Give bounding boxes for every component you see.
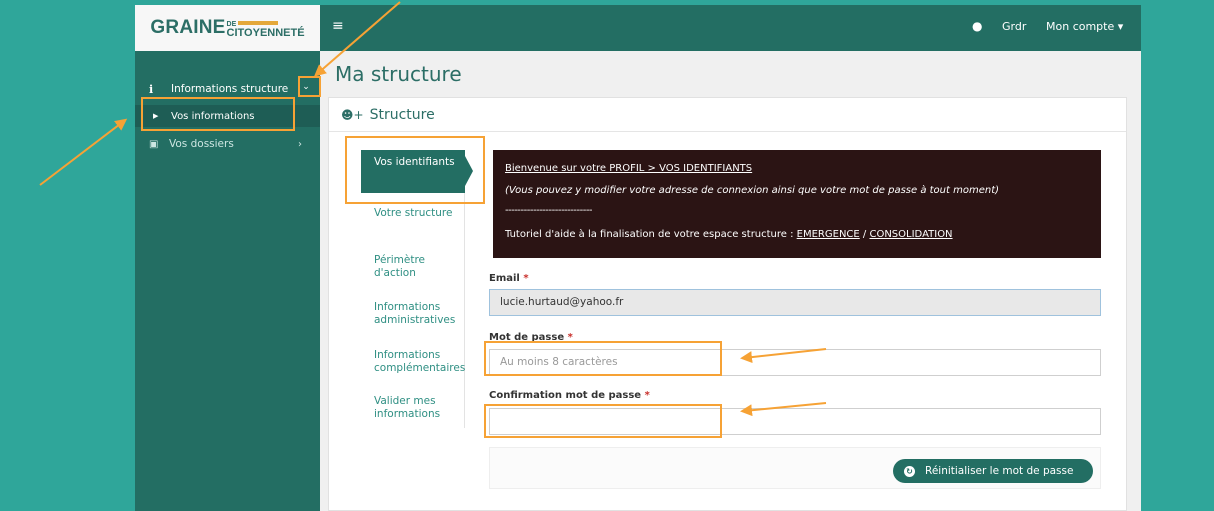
email-field[interactable]: lucie.hurtaud@yahoo.fr: [489, 289, 1101, 316]
banner-tutorial-text: Tutoriel d'aide à la finalisation de vot…: [505, 229, 797, 240]
highlight-confirm-field: [484, 404, 722, 438]
email-label-text: Email: [489, 273, 520, 284]
reset-password-button[interactable]: ↻ Réinitialiser le mot de passe: [893, 459, 1093, 483]
info-icon: i: [149, 82, 154, 96]
banner-separator: ----------------------------: [505, 205, 593, 216]
refresh-icon: ↻: [904, 465, 915, 477]
user-name[interactable]: Grdr: [1002, 20, 1026, 33]
tab-votre-structure[interactable]: Votre structure: [361, 207, 465, 220]
banner-profile-link[interactable]: Bienvenue sur votre PROFIL > VOS IDENTIF…: [505, 163, 1101, 181]
welcome-banner: Bienvenue sur votre PROFIL > VOS IDENTIF…: [493, 150, 1101, 258]
tab-informations-complementaires[interactable]: Informations complémentaires: [361, 349, 465, 375]
highlight-vos-identifiants-tab: [345, 136, 485, 204]
sidebar-item-vos-dossiers[interactable]: ▣ Vos dossiers ›: [135, 133, 320, 155]
logo-arabic-script: [238, 21, 279, 25]
sidebar: GRAINE DE CITOYENNETÉ i Informations str…: [135, 5, 320, 511]
banner-description: (Vous pouvez y modifier votre adresse de…: [505, 185, 1000, 196]
logo-sub: CITOYENNETÉ: [226, 27, 305, 39]
tab-informations-administratives[interactable]: Informations administratives: [361, 301, 465, 327]
required-mark: *: [644, 390, 650, 401]
highlight-vos-informations: [141, 97, 295, 131]
briefcase-icon: ▣: [149, 138, 159, 150]
email-label: Email *: [489, 273, 529, 284]
highlight-password-field: [484, 341, 722, 376]
page-title: Ma structure: [335, 62, 462, 86]
tab-perimetre-action[interactable]: Périmètre d'action: [361, 254, 465, 280]
panel-header: ☻+ Structure: [329, 98, 1126, 132]
consolidation-link[interactable]: CONSOLIDATION: [869, 229, 952, 240]
logo[interactable]: GRAINE DE CITOYENNETÉ: [135, 5, 320, 51]
required-mark: *: [523, 273, 529, 284]
chevron-right-icon: ›: [298, 138, 302, 150]
logo-main: GRAINE: [150, 17, 226, 38]
confirm-password-label: Confirmation mot de passe *: [489, 390, 650, 401]
link-separator: /: [859, 229, 870, 240]
top-bar: ≡ ● Grdr Mon compte ▾: [320, 5, 1141, 51]
hamburger-icon[interactable]: ≡: [332, 18, 344, 34]
account-menu[interactable]: Mon compte ▾: [1046, 20, 1123, 33]
user-icon: ●: [972, 19, 983, 33]
banner-tutorial: Tutoriel d'aide à la finalisation de vot…: [505, 229, 1101, 240]
panel-title: Structure: [369, 106, 435, 123]
sidebar-item-label: Vos dossiers: [169, 138, 234, 150]
confirm-label-text: Confirmation mot de passe: [489, 390, 642, 401]
user-plus-icon: ☻+: [341, 107, 364, 122]
emergence-link[interactable]: EMERGENCE: [797, 229, 860, 240]
tab-valider-informations[interactable]: Valider mes informations: [361, 395, 465, 421]
reset-actions: ↻ Réinitialiser le mot de passe: [489, 447, 1101, 489]
reset-button-label: Réinitialiser le mot de passe: [925, 465, 1074, 477]
sidebar-item-label: Informations structure: [171, 83, 289, 95]
highlight-collapse-toggle: [298, 76, 321, 97]
arrow-to-vos-informations: [39, 118, 128, 186]
